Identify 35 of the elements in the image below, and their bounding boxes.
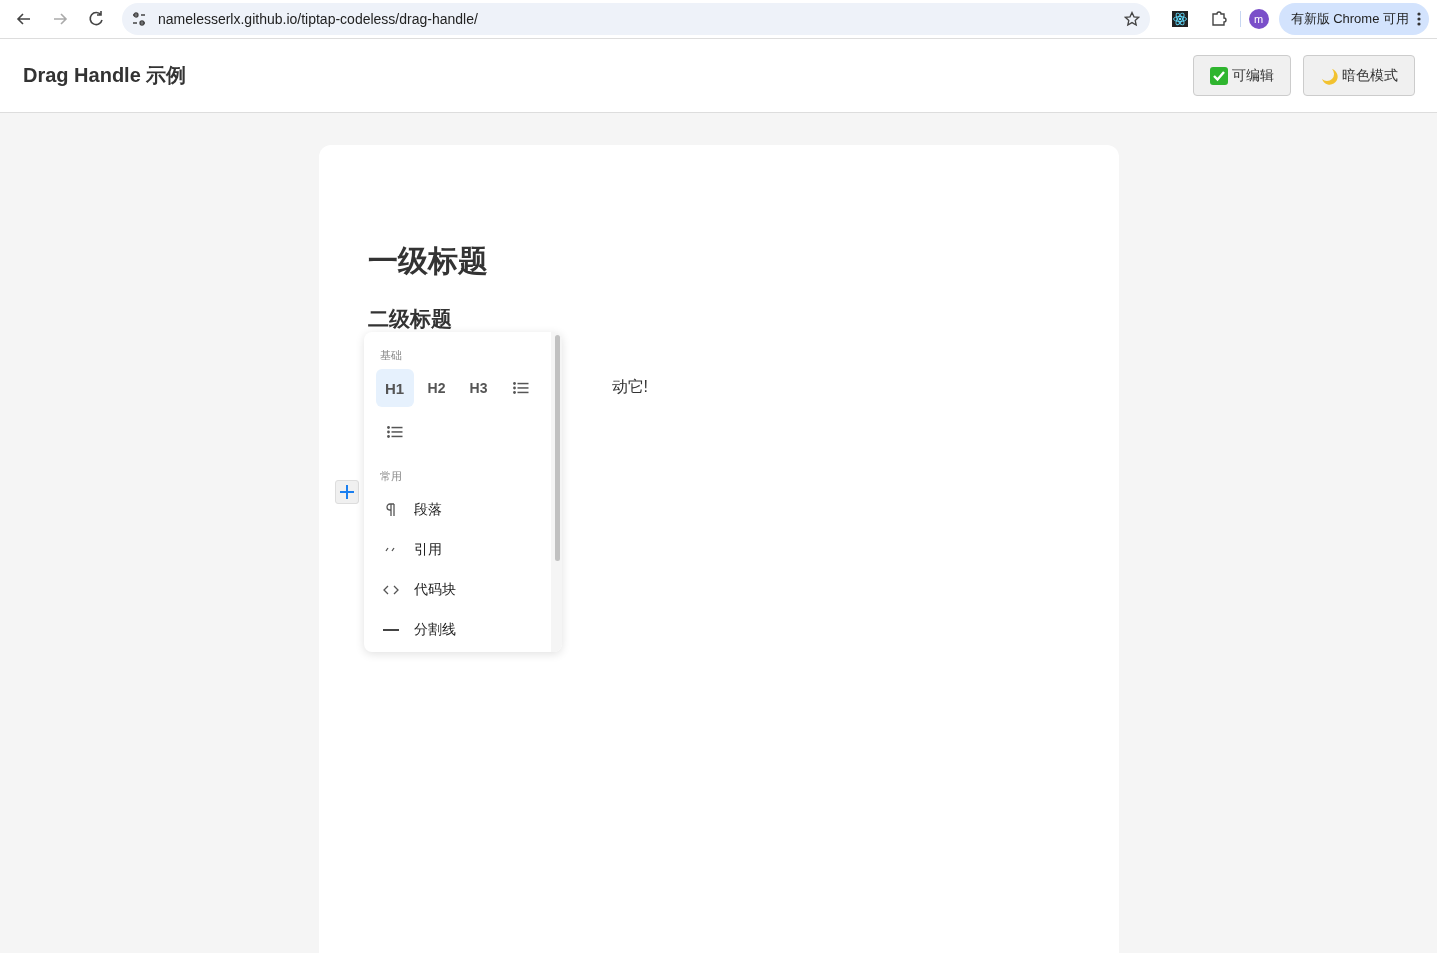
add-block-button[interactable] <box>334 480 359 504</box>
list-icon <box>386 426 403 438</box>
atom-icon[interactable] <box>1171 11 1188 27</box>
profile-avatar[interactable]: m <box>1248 9 1269 29</box>
list-icon <box>512 382 529 394</box>
heading-button[interactable]: H2 <box>417 369 456 407</box>
more-icon[interactable] <box>1417 12 1421 26</box>
heading-button[interactable]: H3 <box>459 369 498 407</box>
pilcrow-icon <box>385 503 396 517</box>
checkmark-icon <box>1210 66 1228 85</box>
address-bar[interactable]: namelesserlx.github.io/tiptap-codeless/drag-handle/ <box>122 3 1150 35</box>
menu-item[interactable]: 分割线 <box>375 610 546 650</box>
code-icon <box>382 585 399 595</box>
page-title: Drag Handle 示例 <box>23 63 188 88</box>
section-label: 常用 <box>379 469 403 484</box>
scrollbar[interactable] <box>554 335 560 561</box>
puzzle-icon[interactable] <box>1209 10 1228 28</box>
section-label: 基础 <box>379 348 403 363</box>
menu-item[interactable]: 段落 <box>375 490 546 530</box>
heading-one: 一级标题 <box>367 243 489 279</box>
star-icon[interactable] <box>1123 11 1140 27</box>
paragraph-text: 动它! <box>611 377 649 397</box>
update-button[interactable]: 有新版 Chrome 可用 <box>1278 3 1429 35</box>
menu-item[interactable]: 代码块 <box>375 570 546 610</box>
quote-icon <box>384 547 397 553</box>
moon-icon <box>1320 66 1338 85</box>
rule-icon <box>382 629 399 631</box>
plus-icon <box>338 484 355 500</box>
menu-item[interactable]: 引用 <box>375 530 546 570</box>
editable-toggle-button[interactable]: 可编辑 <box>1193 55 1291 96</box>
dark-mode-button[interactable]: 暗色模式 <box>1303 55 1415 96</box>
url-text: namelesserlx.github.io/tiptap-codeless/drag-handle/ <box>158 11 479 27</box>
heading-two: 二级标题 <box>367 306 453 332</box>
tune-icon[interactable] <box>132 12 146 26</box>
heading-button[interactable]: H1 <box>375 369 414 407</box>
